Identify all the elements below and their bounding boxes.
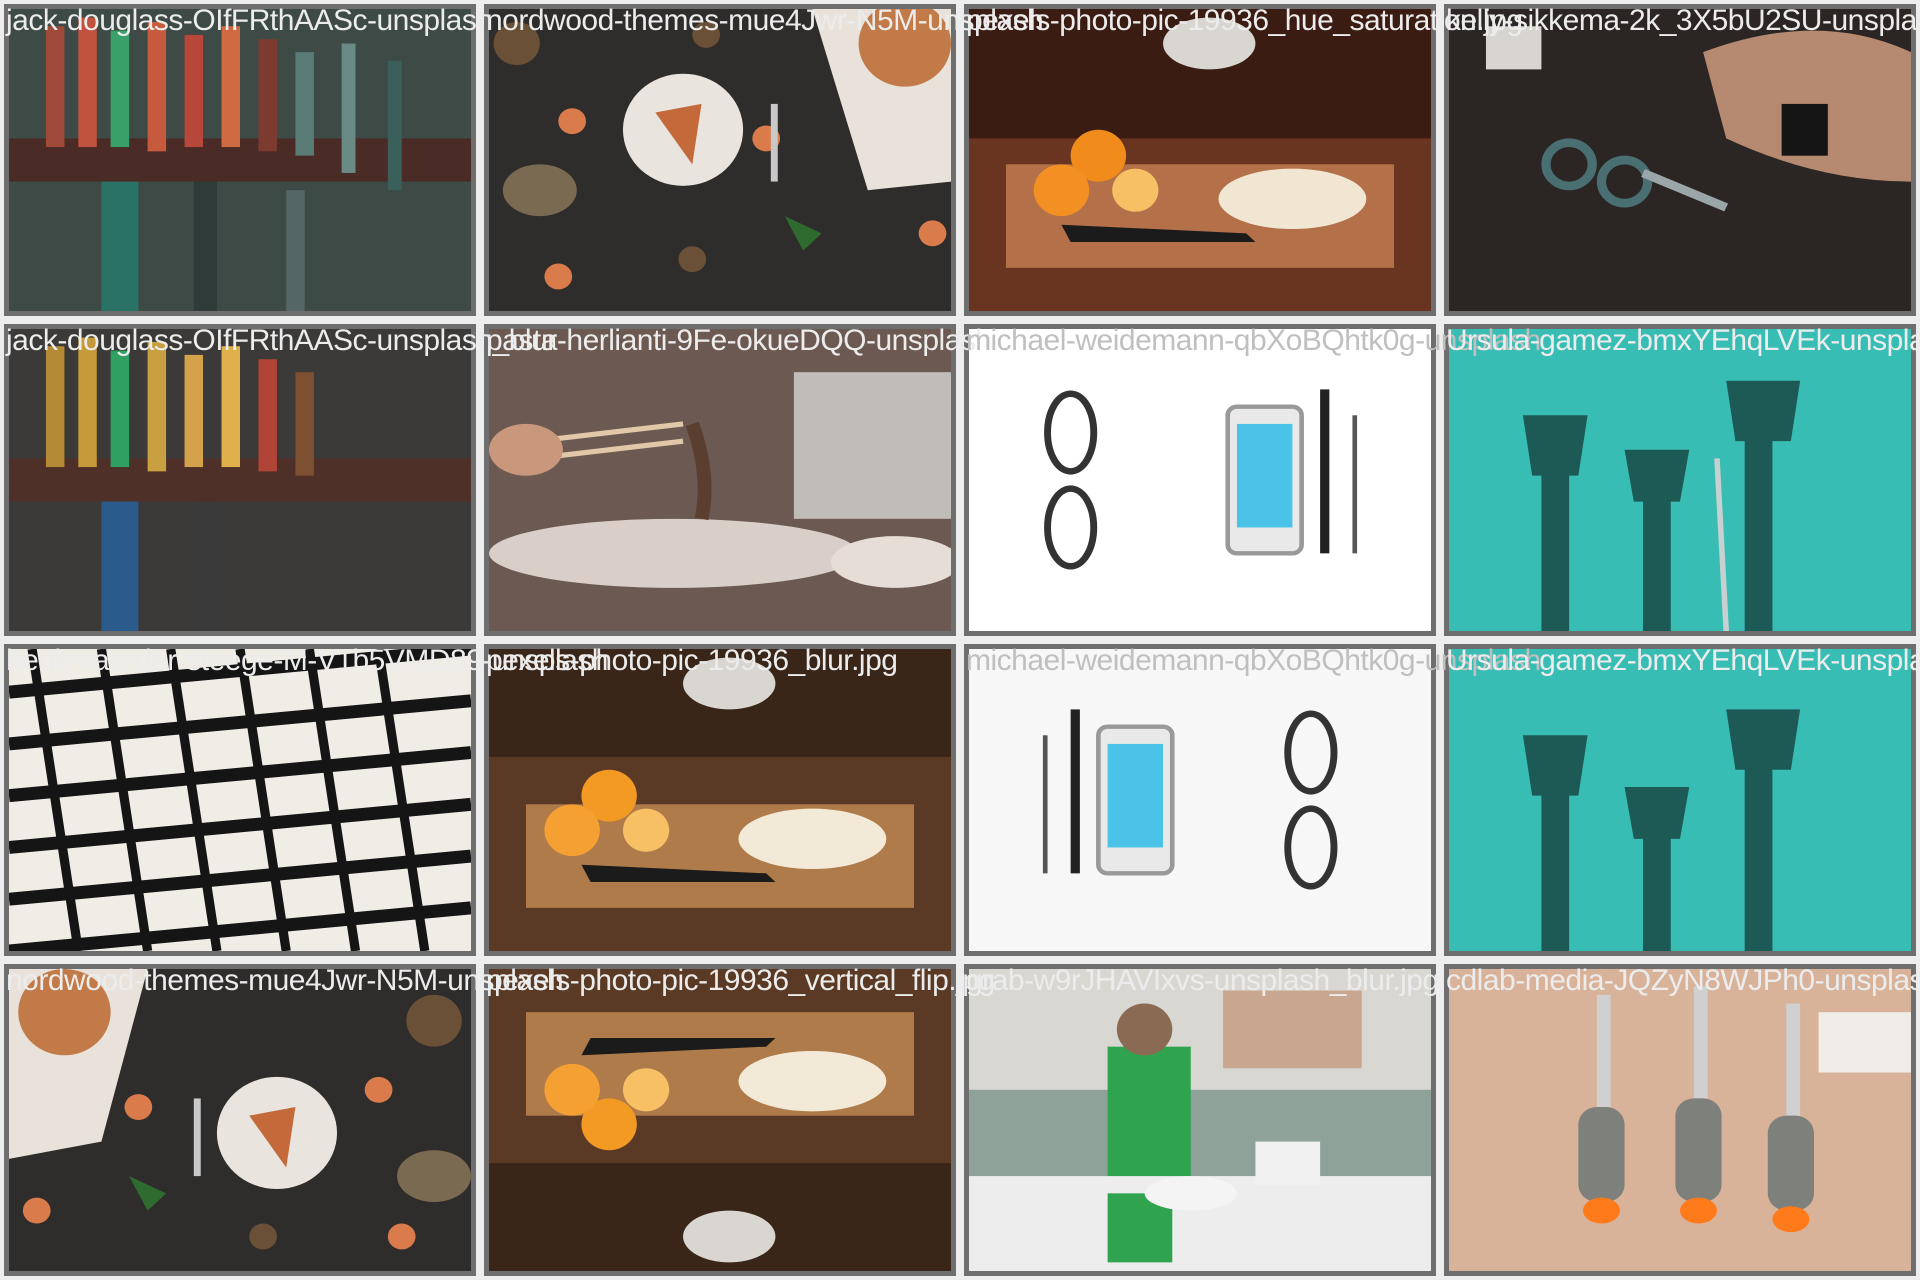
thumbnail-tile[interactable]: pexels-photo-pic-19936_hue_saturation.jp… <box>960 0 1523 320</box>
thumbnail-image-pie-table-2 <box>4 964 476 1276</box>
thumbnail-tile[interactable]: kelly-sikkema-2k_3X5bU2SU-unsplash <box>1440 0 1920 320</box>
thumbnail-image-cutting-board-blur <box>484 644 956 956</box>
thumbnail-tile[interactable]: pexels-photo-pic-19936_vertical_flip.jpg <box>480 960 995 1280</box>
thumbnail-image-glasses-phone <box>964 324 1436 636</box>
thumbnail-image-stairs-pattern <box>4 644 476 956</box>
thumbnail-tile[interactable]: jack-douglass-OIfFRthAASc-unsplash <box>0 0 493 320</box>
thumbnail-image-chisels <box>1444 964 1916 1276</box>
thumbnail-tile[interactable]: Ursula-gamez-bmxYEhqLVEk-unsplash <box>1440 320 1920 640</box>
thumbnail-image-scissors-hand <box>1444 4 1916 316</box>
thumbnail-tile[interactable]: grab-w9rJHAVIxvs-unsplash_blur.jpg <box>960 960 1440 1280</box>
thumbnail-tile[interactable]: pasta-herlianti-9Fe-okueDQQ-unsplash <box>480 320 992 640</box>
thumbnail-image-chopsticks <box>484 324 956 636</box>
thumbnail-image-tools <box>4 4 476 316</box>
thumbnail-tile[interactable]: pexels-photo-pic-19936_blur.jpg <box>480 640 960 960</box>
thumbnail-tile[interactable]: Ursula-gamez-bmxYEhqLVEk-unsplash <box>1440 640 1920 960</box>
thumbnail-grid: jack-douglass-OIfFRthAASc-unsplash nordw… <box>0 0 1920 1280</box>
thumbnail-tile[interactable]: nordwood-themes-mue4Jwr-N5M-unsplash <box>0 960 564 1280</box>
thumbnail-tile[interactable]: henk-van-der-steege-M-V1b5VMD89-unsplash <box>0 640 608 960</box>
thumbnail-image-phone-glasses-flip <box>964 644 1436 956</box>
thumbnail-tile[interactable]: cdlab-media-JQZyN8WJPh0-unsplash <box>1440 960 1920 1280</box>
thumbnail-image-forks-teal <box>1444 324 1916 636</box>
thumbnail-image-forks-teal-2 <box>1444 644 1916 956</box>
thumbnail-image-grab-food <box>964 964 1436 1276</box>
thumbnail-image-cutting-board-hue <box>964 4 1436 316</box>
thumbnail-image-pie-table <box>484 4 956 316</box>
thumbnail-tile[interactable]: jack-douglass-OIfFRthAASc-unsplash_blur <box>0 320 557 640</box>
thumbnail-image-tools-blur <box>4 324 476 636</box>
thumbnail-image-cutting-board-flip <box>484 964 956 1276</box>
thumbnail-tile[interactable]: nordwood-themes-mue4Jwr-N5M-unsplash <box>480 0 1044 320</box>
thumbnail-tile[interactable]: michael-weidemann-qbXoBQhtk0g-unsplash <box>960 640 1541 960</box>
thumbnail-tile[interactable]: michael-weidemann-qbXoBQhtk0g-unsplash <box>960 320 1541 640</box>
